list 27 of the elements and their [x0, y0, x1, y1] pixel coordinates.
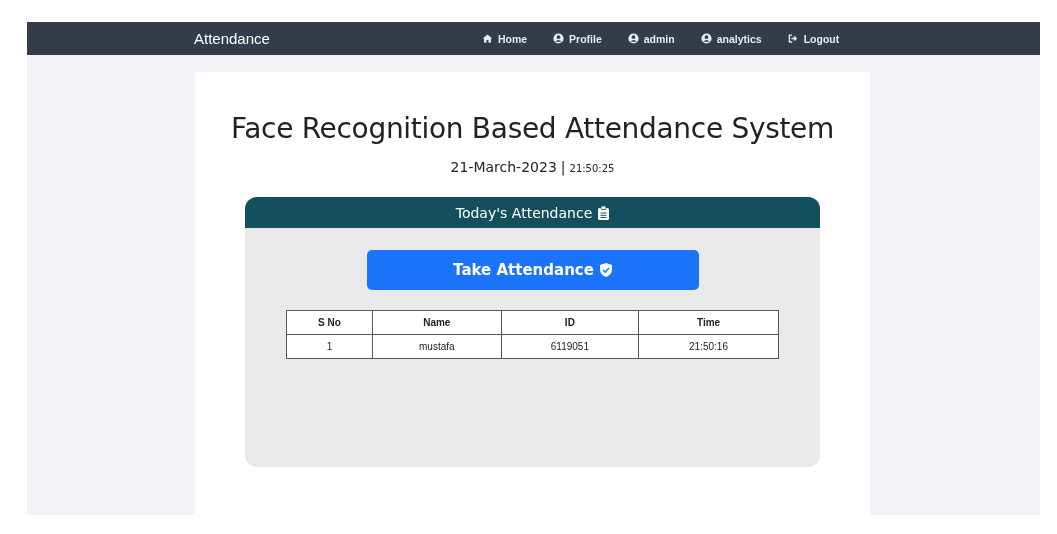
user-icon	[553, 33, 565, 44]
column-header: S No	[286, 310, 373, 335]
take-attendance-button[interactable]: Take Attendance	[366, 250, 699, 290]
table-cell: mustafa	[372, 334, 502, 359]
user-icon	[627, 33, 639, 44]
column-header: Name	[372, 310, 502, 335]
time-text: 21:50:25	[569, 163, 615, 174]
table-cell: 21:50:16	[638, 334, 779, 359]
nav-link[interactable]: analytics	[700, 32, 762, 45]
nav-link[interactable]: Logout	[787, 32, 840, 45]
nav-link[interactable]: Home	[481, 32, 528, 45]
table-cell: 6119051	[501, 334, 639, 359]
nav-link[interactable]: Profile	[553, 32, 602, 45]
nav-link[interactable]: admin	[627, 32, 675, 45]
date-text: 21-March-2023	[450, 159, 557, 175]
column-header: ID	[501, 310, 639, 335]
column-header: Time	[638, 310, 779, 335]
table-cell: 1	[286, 334, 373, 359]
brand-link[interactable]: Attendance	[194, 30, 270, 47]
page-title: Face Recognition Based Attendance System	[230, 112, 835, 145]
logout-icon	[787, 33, 799, 44]
shield-check-icon	[599, 263, 612, 277]
home-icon	[481, 33, 493, 44]
panel-title: Today's Attendance	[455, 204, 593, 221]
clipboard-icon	[598, 205, 610, 220]
separator-text: |	[560, 159, 566, 175]
user-icon	[700, 33, 712, 44]
